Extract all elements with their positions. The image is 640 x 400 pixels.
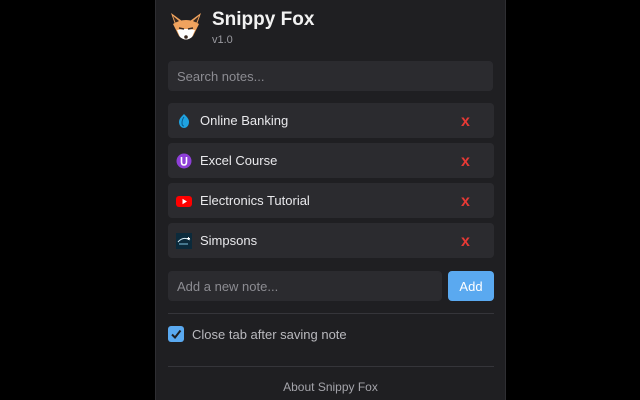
about-link[interactable]: About Snippy Fox bbox=[156, 380, 505, 394]
note-label: Electronics Tutorial bbox=[200, 193, 310, 208]
delete-icon[interactable]: x bbox=[461, 194, 470, 210]
bank-icon bbox=[176, 113, 192, 129]
fox-logo-icon bbox=[171, 13, 201, 40]
note-item[interactable]: Electronics Tutorial x bbox=[168, 183, 494, 218]
app-title: Snippy Fox bbox=[212, 9, 315, 30]
new-note-input[interactable] bbox=[168, 271, 442, 301]
note-item[interactable]: Excel Course x bbox=[168, 143, 494, 178]
note-item[interactable]: Online Banking x bbox=[168, 103, 494, 138]
checkmark-icon bbox=[171, 329, 182, 340]
notes-list: Online Banking x Excel Course x Electron… bbox=[168, 103, 494, 263]
note-label: Online Banking bbox=[200, 113, 289, 128]
divider bbox=[168, 366, 494, 367]
header: Snippy Fox v1.0 bbox=[168, 8, 314, 50]
divider bbox=[168, 313, 494, 314]
delete-icon[interactable]: x bbox=[461, 234, 470, 250]
title-block: Snippy Fox v1.0 bbox=[212, 8, 314, 47]
delete-icon[interactable]: x bbox=[461, 114, 470, 130]
course-icon bbox=[176, 153, 192, 169]
delete-icon[interactable]: x bbox=[461, 154, 470, 170]
note-item[interactable]: Simpsons x bbox=[168, 223, 494, 258]
add-button[interactable]: Add bbox=[448, 271, 494, 301]
youtube-icon bbox=[176, 193, 192, 209]
note-label: Excel Course bbox=[200, 153, 278, 168]
extension-popup: Snippy Fox v1.0 Online Banking x Exce bbox=[155, 0, 506, 400]
close-tab-label: Close tab after saving note bbox=[192, 326, 347, 342]
close-tab-checkbox[interactable] bbox=[168, 326, 184, 342]
search-input[interactable] bbox=[168, 61, 493, 91]
disney-plus-icon bbox=[176, 232, 192, 249]
close-tab-setting[interactable]: Close tab after saving note bbox=[168, 326, 347, 342]
note-label: Simpsons bbox=[200, 233, 258, 248]
app-version: v1.0 bbox=[212, 34, 233, 46]
